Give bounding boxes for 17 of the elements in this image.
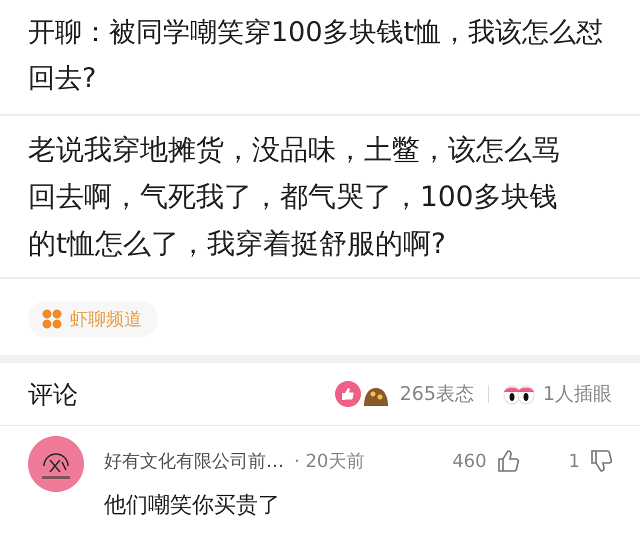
reaction-count[interactable]: 265表态 xyxy=(400,381,474,407)
comment-time: · 20天前 xyxy=(294,450,364,473)
channel-tag[interactable]: 虾聊频道 xyxy=(28,301,158,337)
user-avatar[interactable] xyxy=(28,436,84,492)
comments-heading: 评论 xyxy=(28,378,79,410)
thumbs-up-icon[interactable] xyxy=(496,449,519,473)
like-count: 460 xyxy=(452,450,487,472)
views-count[interactable]: 1人插眼 xyxy=(542,381,612,407)
comment-text: 他们嘲笑你买贵了 xyxy=(104,492,281,520)
post-title: 开聊：被同学嘲笑穿100多块钱t恤，我该怎么怼回去? xyxy=(27,16,604,96)
thumbs-down-icon[interactable] xyxy=(590,449,612,473)
flower-icon xyxy=(42,309,62,329)
eyes-icon xyxy=(502,383,535,405)
dislike-count: 1 xyxy=(568,450,580,472)
reaction-icons xyxy=(334,380,390,408)
post-quote: 老说我穿地摊货，没品味，土鳖，该怎么骂回去啊，气死我了，都气哭了，100多块钱的t恤怎么了，我穿着挺舒服的啊? xyxy=(0,114,640,279)
comment-author[interactable]: 好有文化有限公司前… xyxy=(104,449,284,473)
